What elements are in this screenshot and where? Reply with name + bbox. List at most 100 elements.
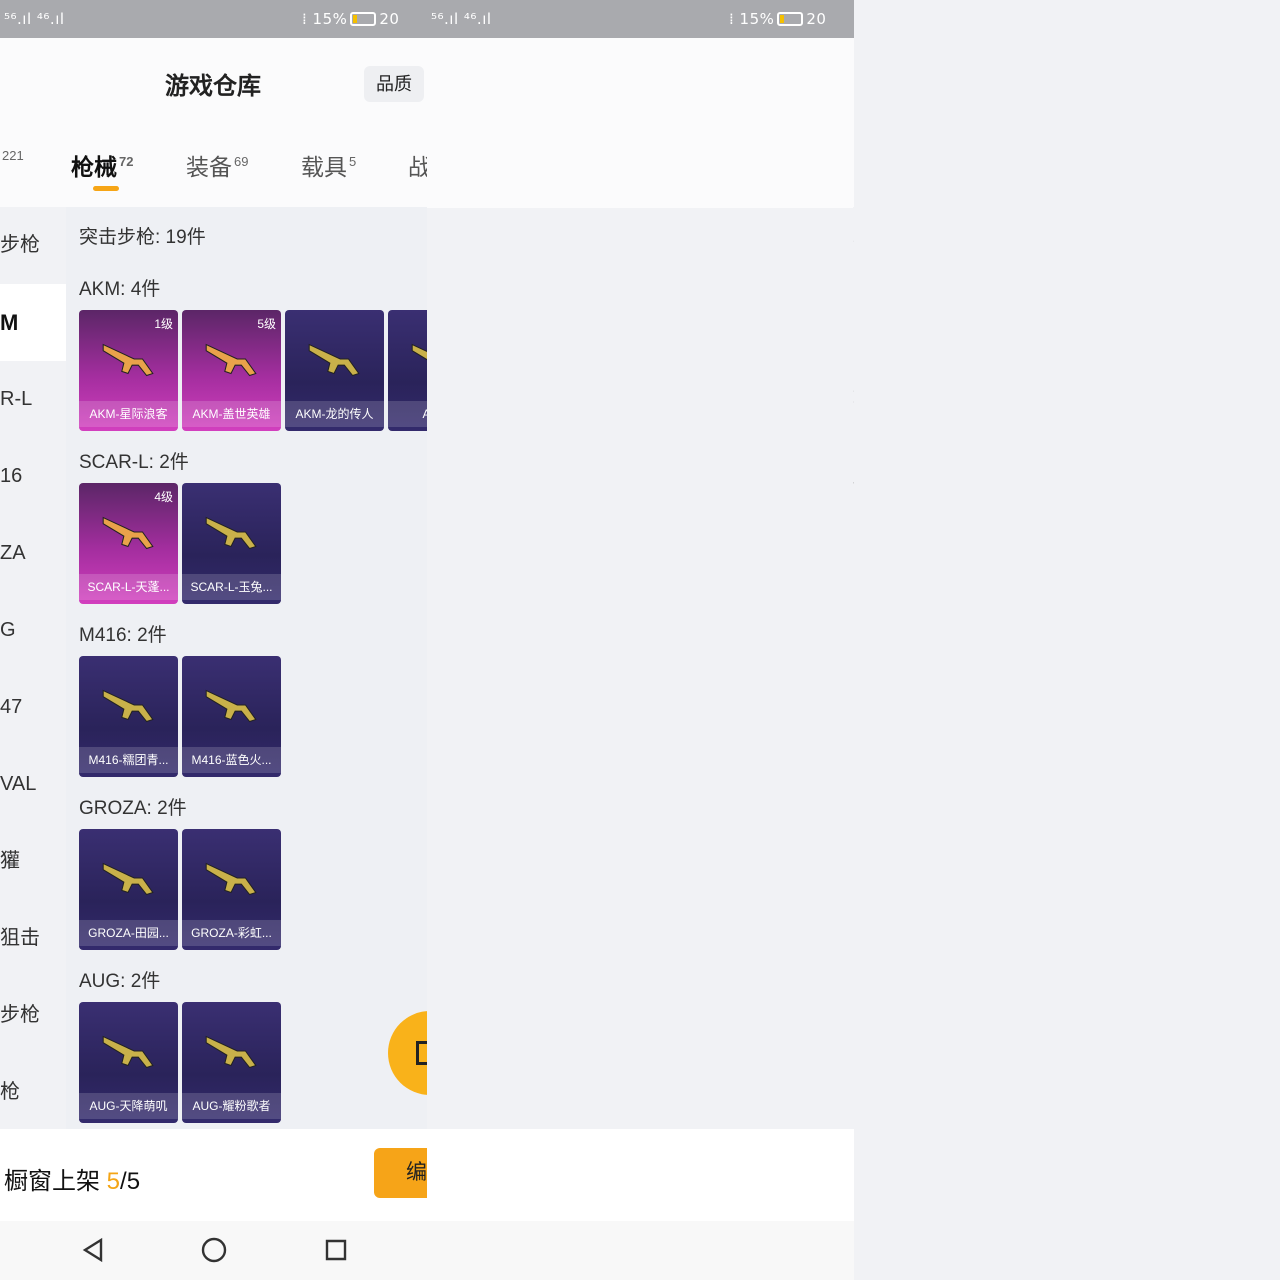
sidebar-item[interactable]: 步枪 bbox=[0, 207, 66, 284]
recents-icon[interactable] bbox=[322, 1236, 350, 1264]
item-image bbox=[308, 343, 360, 377]
sidebar-item[interactable]: 獾 bbox=[0, 823, 66, 900]
group-header: GROZA: 2件 bbox=[79, 798, 187, 819]
item-name: AUG-天降萌叽 bbox=[79, 1093, 178, 1119]
tab-count: 5 bbox=[349, 154, 357, 170]
tab-label: 战 bbox=[408, 154, 427, 180]
tab-label: 枪械 bbox=[71, 154, 117, 180]
app-panel-3: ⁵⁶.ıl ⁴⁶.ıl⁞ 15%20⁵⁶.ıl ⁴⁶.ıl⁞ 15%20⁵⁶.ı… bbox=[854, 0, 1280, 1280]
sidebar-item[interactable]: 47 bbox=[0, 669, 66, 746]
battery-percent: 15% bbox=[739, 10, 775, 28]
item-card[interactable]: 5级 AKM-盖世英雄 bbox=[182, 310, 281, 431]
item-image bbox=[205, 689, 257, 723]
group-header: AUG: 2件 bbox=[79, 971, 161, 992]
sidebar-item[interactable]: 16 bbox=[0, 438, 66, 515]
tab-2[interactable]: 装备 69 bbox=[186, 148, 248, 182]
tab-count: 69 bbox=[234, 154, 249, 170]
status-bar: ⁵⁶.ıl ⁴⁶.ıl⁞ 15%20⁵⁶.ıl ⁴⁶.ıl⁞ 15%20⁵⁶.ı… bbox=[427, 0, 854, 38]
sidebar-item[interactable]: G bbox=[0, 592, 66, 669]
sidebar-item[interactable]: M bbox=[0, 284, 66, 361]
bottom-bar bbox=[427, 1129, 854, 1221]
shelf-label: 橱窗上架 bbox=[4, 1168, 100, 1195]
item-card[interactable]: M416-蓝色火... bbox=[182, 656, 281, 777]
item-card[interactable]: 1级 AKM-星际浪客 bbox=[79, 310, 178, 431]
item-image bbox=[205, 516, 257, 550]
screenshot-collage: ⁵⁶.ıl ⁴⁶.ıl⁞ 15%20⁵⁶.ıl ⁴⁶.ıl⁞ 15%20⁵⁶.ı… bbox=[0, 0, 1280, 1280]
item-card[interactable]: 4级 SCAR-L-天蓬... bbox=[79, 483, 178, 604]
item-name: AKM- bbox=[388, 401, 427, 427]
status-time: 20 bbox=[806, 10, 827, 28]
shelf-total: /5 bbox=[120, 1168, 141, 1195]
item-image bbox=[102, 343, 154, 377]
item-image bbox=[102, 1035, 154, 1069]
sidebar-item[interactable]: 狙击 bbox=[0, 900, 66, 977]
battery-percent: 15% bbox=[312, 10, 348, 28]
back-icon[interactable] bbox=[79, 1236, 107, 1264]
group-header: M416: 2件 bbox=[79, 625, 167, 646]
item-image bbox=[102, 516, 154, 550]
active-tab-indicator bbox=[93, 186, 119, 191]
item-card[interactable]: GROZA-田园... bbox=[79, 829, 178, 950]
fab-icon bbox=[416, 1041, 427, 1065]
app-panel-1: ⁵⁶.ıl ⁴⁶.ıl⁞ 15%20⁵⁶.ıl ⁴⁶.ıl⁞ 15%20⁵⁶.ı… bbox=[0, 0, 427, 1280]
quality-filter-button[interactable]: 品质 bbox=[364, 66, 424, 102]
panel-inner: ⁵⁶.ıl ⁴⁶.ıl⁞ 15%20⁵⁶.ıl ⁴⁶.ıl⁞ 15%20⁵⁶.ı… bbox=[427, 0, 854, 1280]
item-image bbox=[102, 689, 154, 723]
tab-4[interactable]: 战221 bbox=[408, 148, 427, 182]
status-signal: ⁵⁶.ıl ⁴⁶.ıl bbox=[431, 10, 492, 28]
item-image bbox=[205, 862, 257, 896]
tab-prev-count[interactable]: 221 bbox=[0, 148, 24, 175]
tab-label: 装备 bbox=[186, 154, 232, 180]
item-level: 1级 bbox=[154, 317, 173, 331]
status-battery: ⁞ 15% 20 bbox=[302, 10, 400, 28]
item-list: 突击步枪: 19件 AKM: 4件 1级 AKM-星际浪客 5级 AKM-盖世英雄 AKM-… bbox=[66, 207, 427, 1129]
group-header: 突击步枪: 19件 bbox=[79, 227, 206, 248]
sidebar-item[interactable]: ZA bbox=[0, 515, 66, 592]
status-bar: ⁵⁶.ıl ⁴⁶.ıl⁞ 15%20⁵⁶.ıl ⁴⁶.ıl⁞ 15%20⁵⁶.ı… bbox=[0, 0, 427, 38]
shelf-count: 5 bbox=[106, 1168, 121, 1195]
item-card[interactable]: AKM- bbox=[388, 310, 427, 431]
item-card[interactable]: AKM-龙的传人 bbox=[285, 310, 384, 431]
item-name: AKM-星际浪客 bbox=[79, 401, 178, 427]
status-battery: ⁞ 15% 20 bbox=[729, 10, 827, 28]
group-header: SCAR-L: 2件 bbox=[79, 452, 189, 473]
home-icon[interactable] bbox=[200, 1236, 228, 1264]
tab-3[interactable]: 载具 5 bbox=[301, 148, 356, 182]
item-name: SCAR-L-天蓬... bbox=[79, 574, 178, 600]
sidebar-item[interactable]: VAL bbox=[0, 746, 66, 823]
category-sidebar: 步枪 M R-L 16 ZA G 47 VAL 獾狙击 步枪枪 bbox=[0, 207, 66, 1129]
item-name: AKM-龙的传人 bbox=[285, 401, 384, 427]
header-bg bbox=[427, 38, 854, 208]
item-level: 5级 bbox=[257, 317, 276, 331]
item-name: GROZA-彩虹... bbox=[182, 920, 281, 946]
header-bg bbox=[0, 38, 427, 208]
item-image bbox=[205, 343, 257, 377]
item-name: AUG-耀粉歌者 bbox=[182, 1093, 281, 1119]
showcase-shelf-status: 橱窗上架 5/5 bbox=[4, 1161, 140, 1196]
sidebar-item[interactable]: 步枪 bbox=[0, 977, 66, 1054]
app-panel-2: ⁵⁶.ıl ⁴⁶.ıl⁞ 15%20⁵⁶.ıl ⁴⁶.ıl⁞ 15%20⁵⁶.ı… bbox=[427, 0, 854, 1280]
battery-icon bbox=[350, 12, 377, 26]
edit-button[interactable]: 编 bbox=[374, 1148, 427, 1198]
item-card[interactable]: SCAR-L-玉兔... bbox=[182, 483, 281, 604]
item-card[interactable]: M416-糯团青... bbox=[79, 656, 178, 777]
tab-count: 72 bbox=[119, 154, 134, 170]
item-name: AKM-盖世英雄 bbox=[182, 401, 281, 427]
item-name: GROZA-田园... bbox=[79, 920, 178, 946]
sidebar-item[interactable]: 枪 bbox=[0, 1054, 66, 1131]
tab-label: 载具 bbox=[301, 154, 347, 180]
item-card[interactable]: AUG-天降萌叽 bbox=[79, 1002, 178, 1123]
item-image bbox=[411, 343, 427, 361]
system-nav-bar bbox=[427, 1221, 854, 1280]
item-card[interactable]: AUG-耀粉歌者 bbox=[182, 1002, 281, 1123]
item-level: 4级 bbox=[154, 490, 173, 504]
group-header: AKM: 4件 bbox=[79, 279, 161, 300]
battery-icon bbox=[777, 12, 804, 26]
tab-count: 221 bbox=[2, 148, 24, 164]
panel-inner: ⁵⁶.ıl ⁴⁶.ıl⁞ 15%20⁵⁶.ıl ⁴⁶.ıl⁞ 15%20⁵⁶.ı… bbox=[0, 0, 427, 1280]
tab-1[interactable]: 枪械 72 bbox=[71, 148, 133, 182]
status-time: 20 bbox=[379, 10, 400, 28]
item-card[interactable]: GROZA-彩虹... bbox=[182, 829, 281, 950]
item-image bbox=[205, 1035, 257, 1069]
sidebar-item[interactable]: R-L bbox=[0, 361, 66, 438]
